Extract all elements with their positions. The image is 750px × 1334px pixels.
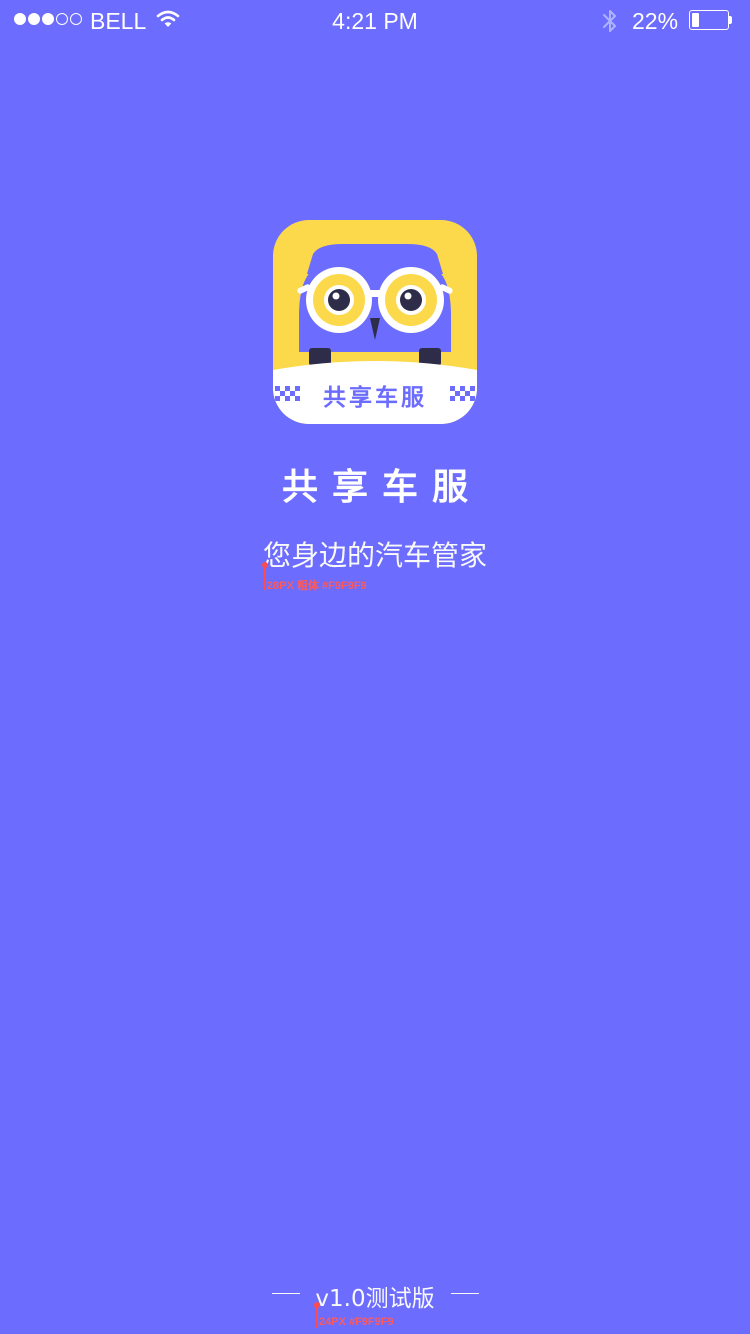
bluetooth-icon — [603, 10, 616, 32]
tagline-annotation: 28PX 粗体 #F9F9F9 — [267, 580, 367, 592]
version-row: v1.0测试版 — [0, 1277, 750, 1312]
version-annotation: 24PX #F9F9F9 — [319, 1316, 394, 1328]
battery-percentage: 22% — [632, 8, 679, 34]
version-label: v1.0测试版 — [315, 1286, 435, 1312]
annotation-line — [316, 1306, 318, 1328]
status-bar: BELL 4:21 PM 22% — [0, 0, 750, 40]
annotation-line — [264, 566, 266, 590]
app-name: 共享车服 — [281, 467, 482, 508]
divider — [451, 1293, 479, 1294]
app-logo-icon: 共享车服 — [273, 220, 477, 424]
app-icon-label: 共享车服 — [323, 384, 427, 411]
battery-icon — [689, 10, 733, 30]
tagline: 您身边的汽车管家 — [262, 539, 487, 572]
